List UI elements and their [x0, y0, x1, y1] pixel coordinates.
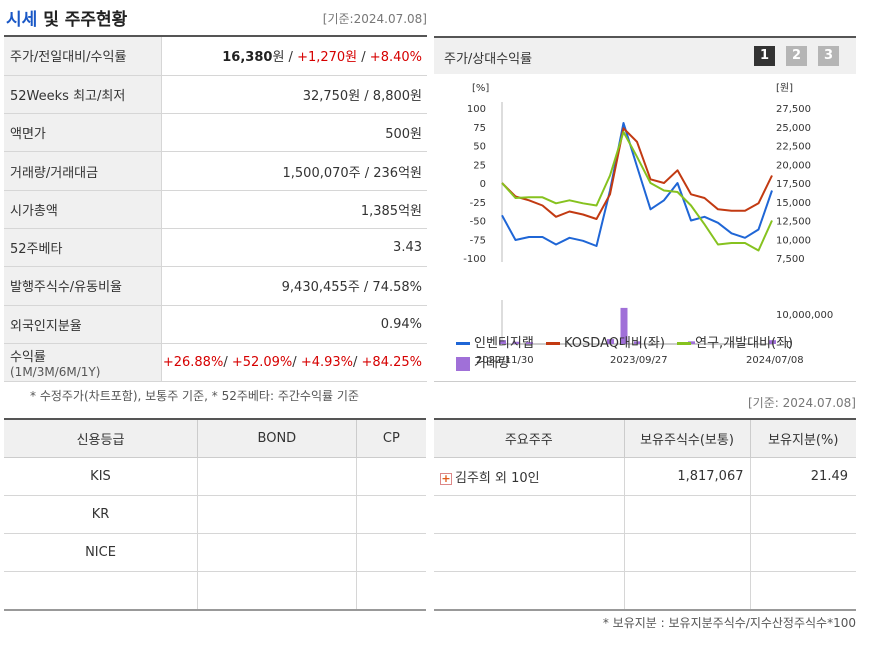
chart-page-1-button[interactable]: 1 [754, 46, 775, 66]
stats-row: 52주베타 3.43 [4, 228, 427, 268]
holders-header: 주요주주 [434, 418, 625, 458]
holders-date-label: [기준: 2024.07.08] [747, 396, 856, 410]
stats-row: 외국인지분율 0.94% [4, 305, 427, 344]
table-row: KIS [4, 457, 426, 496]
expand-plus-icon[interactable]: + [440, 472, 452, 485]
left-tick-label: 75 [473, 123, 486, 134]
table-row: NICE [4, 533, 426, 573]
holders-footnote: * 보유지분 : 보유지분주식수/지수산정주식수*100 [602, 616, 856, 630]
left-tick-label: -100 [463, 254, 486, 265]
chart-title: 주가/상대수익률 [444, 52, 533, 67]
chart-panel: 주가/상대수익률 1 2 3 [%] [원] 100 27,500 75 25,000 50… [434, 36, 856, 382]
table-row: + 김주희 외 10인 1,817,067 21.49 [434, 457, 856, 496]
title-price: 시세 [6, 10, 38, 30]
chart-header: 주가/상대수익률 1 2 3 [434, 38, 856, 74]
stats-value: 32,750원 / 8,800원 [161, 75, 427, 115]
legend-swatch [456, 342, 470, 345]
stats-label: 시가총액 [4, 190, 162, 229]
current-price: 16,380 [222, 50, 273, 66]
stats-row: 시가총액 1,385억원 [4, 190, 427, 229]
price-change-value: 16,380원 / +1,270원 / +8.40% [161, 37, 427, 76]
stats-value: 500원 [161, 113, 427, 153]
left-tick-label: -75 [470, 235, 486, 246]
credit-header: BOND [197, 418, 357, 458]
legend-swatch [456, 356, 470, 371]
stats-value: 0.94% [161, 305, 427, 344]
right-tick-label: 27,500 [776, 104, 811, 115]
title-holders: 및 주주현황 [43, 10, 128, 30]
left-tick-label: -25 [470, 198, 486, 209]
left-tick-label: -50 [470, 217, 486, 228]
holders-header: 보유지분(%) [750, 418, 856, 458]
stats-row: 액면가 500원 [4, 113, 427, 153]
stats-row: 주가/전일대비/수익률 16,380원 / +1,270원 / +8.40% [4, 37, 427, 76]
volume-tick-label: 10,000,000 [776, 310, 833, 321]
stats-row: 수익률 (1M/3M/6M/1Y) +26.88%/ +52.09%/ +4.9… [4, 343, 427, 383]
credit-rating-table: 신용등급 BOND CP KIS KR NICE [4, 418, 426, 612]
stats-row: 52Weeks 최고/최저 32,750원 / 8,800원 [4, 75, 427, 115]
stats-value: 1,500,070주 / 236억원 [161, 151, 427, 191]
stats-label: 52Weeks 최고/최저 [4, 75, 162, 115]
right-tick-label: 7,500 [776, 254, 805, 265]
left-tick-label: 0 [480, 179, 486, 190]
legend-item: 인벤티지랩 [474, 336, 534, 351]
stats-value: 9,430,455주 / 74.58% [161, 266, 427, 306]
legend-item: 연구,개발대비(좌) [695, 336, 794, 351]
legend-item: KOSDAQ대비(좌) [563, 336, 665, 351]
credit-header: 신용등급 [4, 418, 198, 458]
returns-value: +26.88%/ +52.09%/ +4.93%/ +84.25% [161, 343, 427, 383]
holder-name-cell[interactable]: + 김주희 외 10인 [434, 457, 625, 496]
stats-value: 3.43 [161, 228, 427, 268]
chart-page-2-button[interactable]: 2 [786, 46, 807, 66]
right-tick-label: 10,000 [776, 235, 811, 246]
stats-label: 주가/전일대비/수익률 [4, 37, 162, 76]
page-title: 시세 및 주주현황 [6, 5, 127, 30]
price-rate: +8.40% [369, 50, 422, 66]
legend-swatch [545, 342, 560, 345]
chart-legend: 인벤티지랩 KOSDAQ대비(좌) 연구,개발대비(좌) 거래량 [456, 334, 856, 374]
right-tick-label: 20,000 [776, 160, 811, 171]
table-row [434, 495, 856, 535]
right-unit-label: [원] [776, 82, 793, 94]
table-row [434, 533, 856, 573]
right-tick-label: 22,500 [776, 142, 811, 153]
right-tick-label: 15,000 [776, 198, 811, 209]
chart-page-3-button[interactable]: 3 [818, 46, 839, 66]
stats-footnote: * 수정주가(차트포함), 보통주 기준, * 52주베타: 주간수익률 기준 [30, 389, 359, 403]
stats-label: 발행주식수/유동비율 [4, 266, 162, 306]
stats-label: 거래량/거래대금 [4, 151, 162, 191]
stats-value: 1,385억원 [161, 190, 427, 229]
major-holders-table: 주요주주 보유주식수(보통) 보유지분(%) + 김주희 외 10인 1,817,… [434, 418, 856, 612]
left-tick-label: 100 [467, 104, 486, 115]
base-date-label: [기준:2024.07.08] [322, 12, 427, 26]
table-row [4, 571, 426, 612]
left-tick-label: 25 [473, 160, 486, 171]
left-tick-label: 50 [473, 142, 486, 153]
table-row [434, 571, 856, 612]
legend-item: 거래량 [474, 356, 510, 371]
stats-label: 수익률 (1M/3M/6M/1Y) [4, 343, 162, 383]
stats-row: 거래량/거래대금 1,500,070주 / 236억원 [4, 151, 427, 191]
holders-header: 보유주식수(보통) [624, 418, 751, 458]
stats-label: 액면가 [4, 113, 162, 153]
stats-label: 외국인지분율 [4, 305, 162, 344]
series-line [501, 127, 773, 220]
right-tick-label: 17,500 [776, 179, 811, 190]
table-row: KR [4, 495, 426, 535]
price-change: +1,270원 [297, 50, 358, 66]
price-stats-table: 주가/전일대비/수익률 16,380원 / +1,270원 / +8.40% 5… [4, 37, 427, 383]
right-tick-label: 25,000 [776, 123, 811, 134]
stats-row: 발행주식수/유동비율 9,430,455주 / 74.58% [4, 266, 427, 306]
credit-header: CP [356, 418, 426, 458]
stats-label: 52주베타 [4, 228, 162, 268]
left-unit-label: [%] [472, 83, 489, 94]
right-tick-label: 12,500 [776, 217, 811, 228]
legend-swatch [677, 342, 692, 345]
